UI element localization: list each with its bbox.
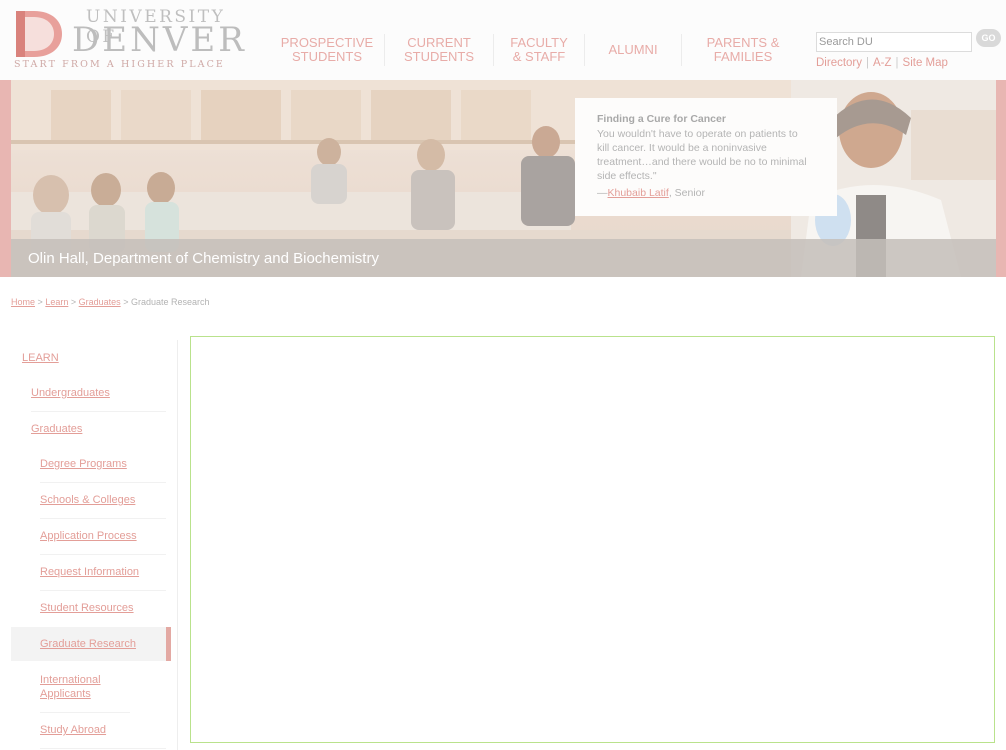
sidebar-active-marker xyxy=(166,627,171,661)
search-go-button[interactable]: GO xyxy=(976,29,1001,47)
quote-title: Finding a Cure for Cancer xyxy=(597,113,726,125)
hero-edge-left xyxy=(0,80,11,277)
link-separator: | xyxy=(866,57,870,69)
sidebar-item-degree-programs[interactable]: Degree Programs xyxy=(40,457,166,483)
quote-body: You wouldn't have to operate on patients… xyxy=(597,128,807,182)
breadcrumb-separator: > xyxy=(123,297,129,307)
sidebar-item-undergraduates[interactable]: Undergraduates xyxy=(31,386,166,412)
site-map-link[interactable]: Site Map xyxy=(903,57,948,69)
featured-quote-box: Finding a Cure for Cancer You wouldn't h… xyxy=(575,98,837,216)
main-content-frame xyxy=(190,336,995,743)
directory-link[interactable]: Directory xyxy=(816,57,862,69)
sidebar-heading-learn[interactable]: LEARN xyxy=(22,351,177,365)
breadcrumb-graduates[interactable]: Graduates xyxy=(79,297,121,307)
nav-prospective-students[interactable]: PROSPECTIVE STUDENTS xyxy=(270,34,385,66)
sidebar-item-international-applicants[interactable]: International Applicants xyxy=(40,673,130,713)
sidebar-item-student-resources[interactable]: Student Resources xyxy=(40,601,166,615)
hero-caption: Olin Hall, Department of Chemistry and B… xyxy=(28,250,379,267)
search-input[interactable] xyxy=(816,32,972,52)
sidebar-divider xyxy=(177,340,178,750)
quote-attribution: —Khubaib Latif, Senior xyxy=(597,187,705,199)
utility-links: Directory | A-Z | Site Map xyxy=(816,57,948,69)
nav-faculty-staff[interactable]: FACULTY & STAFF xyxy=(494,34,585,66)
nav-current-students[interactable]: CURRENT STUDENTS xyxy=(385,34,494,66)
sidebar-item-study-abroad[interactable]: Study Abroad xyxy=(40,723,166,749)
breadcrumb-current: Graduate Research xyxy=(130,297,210,307)
nav-parents-families[interactable]: PARENTS & FAMILIES xyxy=(682,34,804,66)
breadcrumb-separator: > xyxy=(70,297,77,307)
quote-author-link[interactable]: Khubaib Latif xyxy=(608,187,669,199)
sidebar-item-application-process[interactable]: Application Process xyxy=(40,529,166,555)
sidebar-item-graduates[interactable]: Graduates xyxy=(31,422,166,436)
logo-denver-text: DENVER xyxy=(72,20,247,60)
university-logo[interactable]: UNIVERSITY OF DENVER START FROM A HIGHER… xyxy=(14,7,244,74)
sidebar-item-graduate-research[interactable]: Graduate Research xyxy=(40,637,166,651)
breadcrumb-home[interactable]: Home xyxy=(11,297,35,307)
sidebar-item-schools-colleges[interactable]: Schools & Colleges xyxy=(40,493,166,519)
du-logo-icon xyxy=(16,11,62,57)
breadcrumb-separator: > xyxy=(37,297,43,307)
search-form: GO xyxy=(816,29,1001,52)
logo-tagline: START FROM A HIGHER PLACE xyxy=(14,59,225,70)
hero-edge-right xyxy=(996,80,1006,277)
hero-banner: Finding a Cure for Cancer You wouldn't h… xyxy=(11,80,996,277)
link-separator: | xyxy=(895,57,899,69)
site-header: UNIVERSITY OF DENVER START FROM A HIGHER… xyxy=(0,0,1006,80)
breadcrumb-learn[interactable]: Learn xyxy=(45,297,68,307)
nav-alumni[interactable]: ALUMNI xyxy=(585,34,682,66)
sidebar-item-request-information[interactable]: Request Information xyxy=(40,565,166,591)
main-navigation: PROSPECTIVE STUDENTS CURRENT STUDENTS FACU… xyxy=(270,34,804,66)
breadcrumb: Home > Learn > Graduates > Graduate Rese… xyxy=(11,297,210,307)
a-z-link[interactable]: A-Z xyxy=(873,57,892,69)
